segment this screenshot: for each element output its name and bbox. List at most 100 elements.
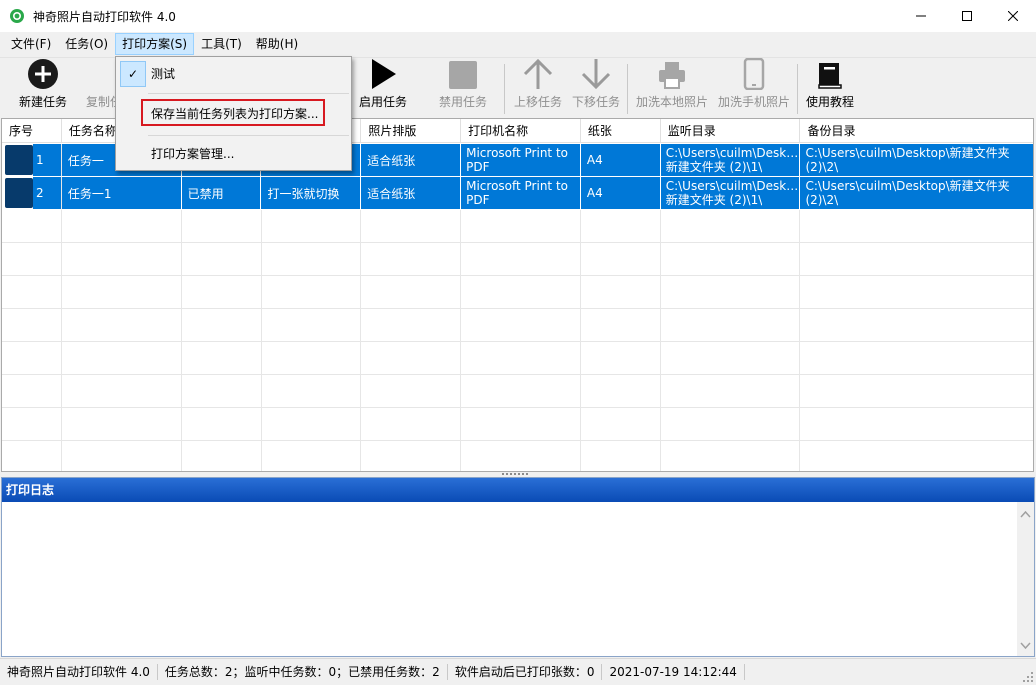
empty-cell	[181, 243, 262, 276]
menu-help[interactable]: 帮助(H)	[249, 33, 305, 55]
empty-cell	[181, 276, 262, 309]
col-header-printer[interactable]: 打印机名称	[461, 119, 581, 143]
empty-cell	[62, 441, 182, 471]
table-row[interactable]: 2 任务一1 已禁用 打一张就切换 适合纸张 Microsoft Print t…	[2, 177, 1033, 210]
move-down-label: 下移任务	[571, 95, 620, 109]
toolbar-separator	[504, 64, 505, 114]
empty-cell	[800, 309, 1033, 342]
empty-row	[2, 408, 1033, 441]
cell-watch-dir: C:\Users\cuilm\Deskt... 新建文件夹 (2)\1\	[660, 177, 801, 210]
empty-cell	[580, 243, 661, 276]
title-bar: 神奇照片自动打印软件 4.0	[0, 0, 1036, 32]
toolbar-separator	[627, 64, 628, 114]
empty-cell	[2, 408, 62, 441]
empty-row	[2, 210, 1033, 243]
minimize-button[interactable]	[898, 0, 944, 32]
empty-cell	[800, 243, 1033, 276]
move-up-label: 上移任务	[513, 95, 562, 109]
print-local-photo-button[interactable]: 加洗本地照片	[633, 60, 711, 116]
print-scheme-dropdown: ✓ 测试 保存当前任务列表为打印方案... 打印方案管理...	[115, 56, 352, 171]
maximize-button[interactable]	[944, 0, 990, 32]
arrow-up-icon	[523, 58, 553, 90]
menu-file[interactable]: 文件(F)	[4, 33, 58, 55]
empty-cell	[181, 408, 262, 441]
empty-cell	[580, 309, 661, 342]
empty-cell	[2, 243, 62, 276]
empty-cell	[800, 342, 1033, 375]
menu-tools[interactable]: 工具(T)	[194, 33, 249, 55]
status-task-counts: 任务总数：2；监听中任务数：0；已禁用任务数：2	[158, 664, 448, 680]
empty-cell	[461, 342, 581, 375]
menu-item-manage-schemes[interactable]: 打印方案管理...	[118, 139, 349, 169]
empty-cell	[660, 342, 801, 375]
empty-cell	[800, 210, 1033, 243]
empty-cell	[181, 309, 262, 342]
enable-task-button[interactable]: 启用任务	[354, 58, 412, 116]
new-task-label: 新建任务	[18, 95, 67, 109]
empty-cell	[61, 276, 182, 309]
task-grid[interactable]: 序号 任务名称 照片排版 打印机名称 纸张 监听目录 备份目录 1 任务一 适合…	[1, 118, 1034, 472]
menu-print-scheme[interactable]: 打印方案(S)	[115, 33, 195, 55]
menu-task[interactable]: 任务(O)	[58, 33, 115, 55]
menu-item-test-scheme[interactable]: ✓ 测试	[118, 59, 349, 89]
col-header-watch-dir[interactable]: 监听目录	[661, 119, 801, 143]
empty-cell	[261, 243, 362, 276]
empty-cell	[580, 276, 661, 309]
print-log-panel: 打印日志	[1, 477, 1035, 657]
cell-no: 2	[33, 177, 61, 209]
status-bar: 神奇照片自动打印软件 4.0 任务总数：2；监听中任务数：0；已禁用任务数：2 …	[0, 658, 1036, 685]
empty-cell	[800, 408, 1033, 441]
empty-cell	[361, 210, 462, 243]
row-status-tag	[5, 178, 33, 208]
play-icon	[369, 58, 397, 90]
empty-cell	[2, 309, 62, 342]
move-down-button[interactable]: 下移任务	[567, 59, 625, 116]
empty-cell	[261, 210, 362, 243]
print-phone-photo-button[interactable]: 加洗手机照片	[715, 58, 793, 116]
empty-cell	[660, 375, 801, 408]
print-phone-photo-label: 加洗手机照片	[717, 95, 790, 109]
empty-cell	[361, 243, 462, 276]
empty-cell	[661, 441, 801, 471]
status-datetime: 2021-07-19 14:12:44	[602, 664, 745, 680]
log-scrollbar[interactable]	[1017, 502, 1034, 656]
empty-cell	[660, 210, 801, 243]
empty-cell	[461, 441, 581, 471]
phone-icon	[743, 58, 765, 90]
close-icon	[1008, 11, 1018, 21]
empty-row	[2, 243, 1033, 276]
col-header-backup-dir[interactable]: 备份目录	[800, 119, 1033, 143]
empty-cell	[361, 309, 462, 342]
empty-cell	[61, 342, 182, 375]
empty-cell	[361, 375, 462, 408]
col-header-layout[interactable]: 照片排版	[361, 119, 462, 143]
disable-task-label: 禁用任务	[438, 95, 487, 109]
empty-cell	[461, 375, 581, 408]
empty-cell	[461, 276, 581, 309]
empty-cell	[182, 441, 262, 471]
status-printed-count: 软件启动后已打印张数：0	[448, 664, 603, 680]
col-header-no[interactable]: 序号	[2, 119, 62, 143]
empty-cell	[361, 441, 462, 471]
menu-bar: 文件(F) 任务(O) 打印方案(S) 工具(T) 帮助(H)	[0, 32, 1036, 56]
row-status-tag	[5, 145, 33, 175]
col-header-paper[interactable]: 纸张	[581, 119, 661, 143]
empty-cell	[660, 309, 801, 342]
close-button[interactable]	[990, 0, 1036, 32]
scroll-up-icon	[1020, 510, 1031, 518]
new-task-button[interactable]: 新建任务	[12, 59, 74, 116]
tutorial-label: 使用教程	[805, 95, 854, 109]
minimize-icon	[916, 15, 926, 17]
empty-cell	[660, 276, 801, 309]
status-app-name: 神奇照片自动打印软件 4.0	[0, 664, 158, 680]
scroll-down-icon	[1020, 642, 1031, 650]
disable-task-button[interactable]: 禁用任务	[434, 60, 492, 116]
move-up-button[interactable]: 上移任务	[509, 58, 567, 116]
cell-backup-dir: C:\Users\cuilm\Desktop\新建文件夹 (2)\2\	[800, 177, 1033, 210]
menu-separator	[148, 135, 349, 136]
cell-name: 任务一1	[61, 177, 182, 210]
empty-cell	[61, 210, 182, 243]
app-icon	[9, 8, 25, 24]
cell-no: 1	[33, 144, 61, 176]
tutorial-button[interactable]: 使用教程	[802, 60, 858, 116]
